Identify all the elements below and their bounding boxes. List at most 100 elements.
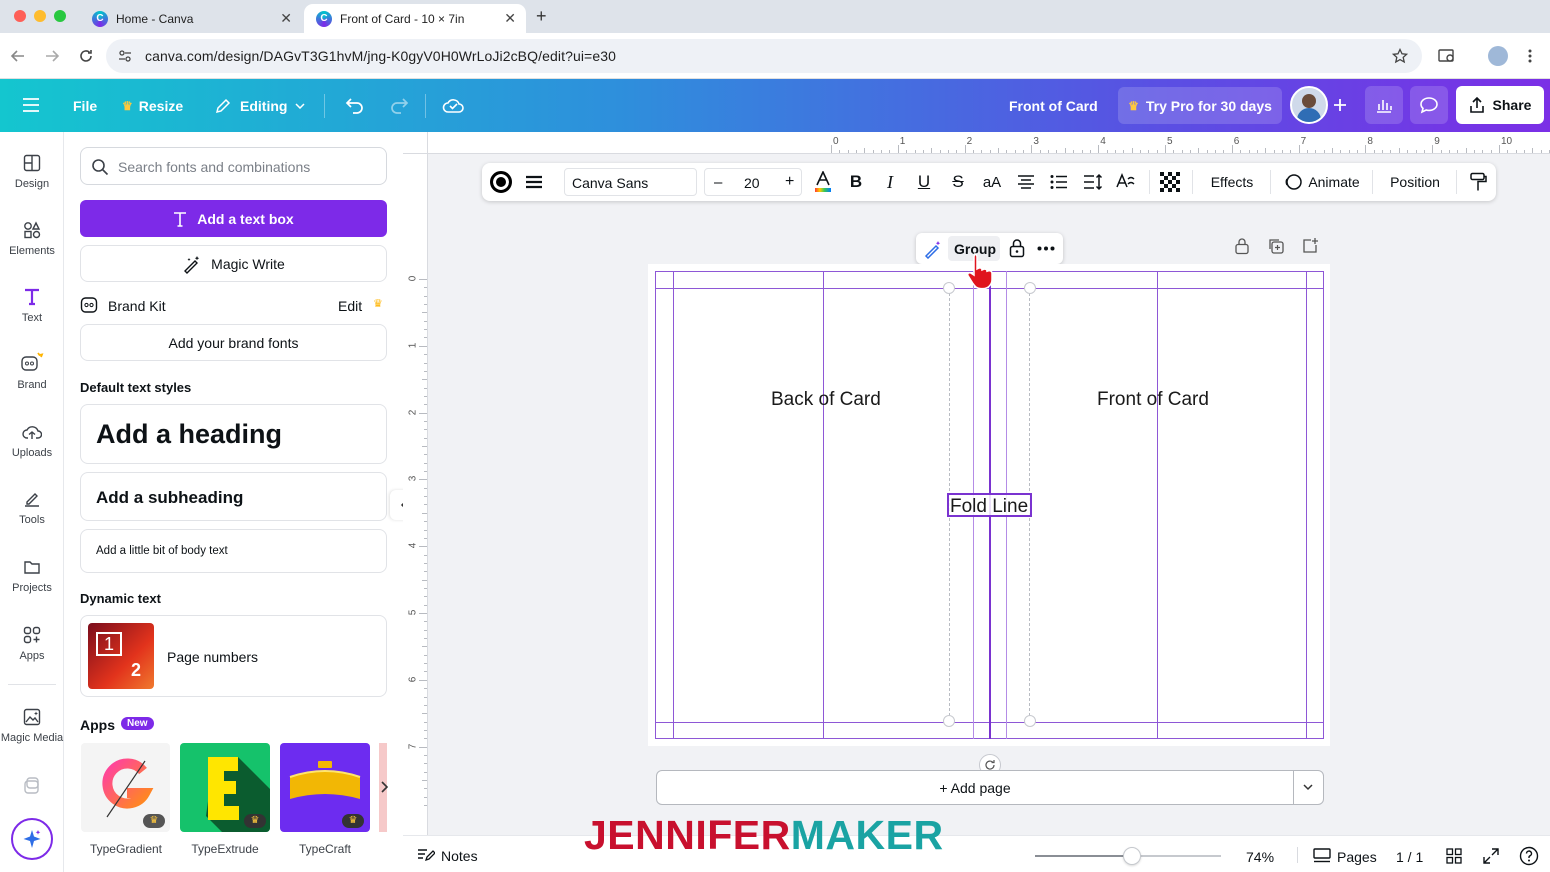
app-tile-typegradient[interactable]: ♛ (81, 743, 170, 832)
reload-icon[interactable] (78, 48, 94, 64)
position-button[interactable]: Position (1384, 163, 1446, 201)
resize-button[interactable]: ♛ Resize (122, 79, 183, 132)
list-button[interactable] (1046, 163, 1072, 201)
design-title[interactable]: Front of Card (1009, 79, 1098, 132)
strikethrough-button[interactable]: S (946, 163, 970, 201)
rail-item-text[interactable]: Text (0, 288, 64, 324)
bold-button[interactable]: B (844, 163, 868, 201)
browser-menu-icon[interactable] (1526, 48, 1534, 64)
add-brand-fonts-button[interactable]: Add your brand fonts (80, 324, 387, 361)
animate-button[interactable]: Animate (1282, 163, 1362, 201)
back-arrow-icon[interactable] (10, 48, 26, 64)
grid-view-icon[interactable] (1446, 848, 1462, 864)
more-apps-icon[interactable] (22, 776, 42, 796)
maximize-window-button[interactable] (54, 10, 66, 22)
resize-handle[interactable] (943, 715, 955, 727)
rail-item-apps[interactable]: Apps (0, 626, 64, 662)
duplicate-page-icon[interactable] (1267, 237, 1285, 255)
app-tile-typeextrude[interactable]: ♛ (180, 743, 270, 832)
close-tab-icon[interactable]: ✕ (280, 10, 292, 27)
decrease-size-button[interactable]: – (714, 174, 722, 191)
font-size-value[interactable]: 20 (744, 175, 760, 191)
lock-icon[interactable] (1008, 238, 1026, 258)
magic-write-button[interactable]: Magic Write (80, 245, 387, 282)
effects-button[interactable]: Effects (1204, 163, 1260, 201)
text-curve-button[interactable] (1113, 163, 1139, 201)
fullscreen-icon[interactable] (1483, 848, 1499, 864)
canva-assistant-button[interactable] (11, 818, 53, 860)
rail-item-tools[interactable]: Tools (0, 490, 64, 526)
add-subheading-button[interactable]: Add a subheading (80, 472, 387, 521)
comments-button[interactable] (1410, 86, 1448, 124)
rail-item-design[interactable]: Design (0, 154, 64, 190)
browser-tab-home[interactable]: C Home - Canva ✕ (80, 4, 302, 33)
editing-mode-button[interactable]: Editing (214, 79, 313, 132)
more-options-icon[interactable] (1037, 246, 1055, 251)
font-search-input[interactable]: Search fonts and combinations (80, 147, 387, 185)
add-text-box-button[interactable]: Add a text box (80, 200, 387, 237)
add-page-icon[interactable] (1301, 237, 1319, 255)
help-icon[interactable] (1519, 846, 1539, 866)
resize-handle[interactable] (1024, 282, 1036, 294)
copy-style-button[interactable] (1466, 163, 1490, 201)
site-settings-icon[interactable] (118, 49, 132, 63)
underline-button[interactable]: U (912, 163, 936, 201)
browser-tab-design[interactable]: C Front of Card - 10 × 7in ✕ (304, 4, 526, 33)
rail-item-elements[interactable]: Elements (0, 221, 64, 257)
rail-item-brand[interactable]: Brand (0, 351, 64, 391)
pages-button[interactable]: Pages (1337, 849, 1377, 865)
zoom-percentage[interactable]: 74% (1246, 849, 1274, 865)
share-button[interactable]: Share (1456, 86, 1544, 124)
redo-icon[interactable] (389, 96, 409, 114)
rail-item-projects[interactable]: Projects (0, 558, 64, 594)
text-color-circle-button[interactable] (486, 163, 516, 201)
spacing-button[interactable] (1080, 163, 1106, 201)
address-bar[interactable]: canva.com/design/DAGvT3G1hvM/jng-K0gyV0H… (106, 39, 1422, 73)
back-of-card-text[interactable]: Back of Card (771, 389, 881, 411)
close-window-button[interactable] (14, 10, 26, 22)
undo-icon[interactable] (345, 96, 365, 114)
page-numbers-button[interactable]: 1 2 Page numbers (80, 615, 387, 697)
bookmark-star-icon[interactable] (1392, 48, 1408, 64)
file-menu-button[interactable]: File (73, 79, 97, 132)
add-page-button[interactable]: + Add page (656, 770, 1324, 805)
italic-button[interactable]: I (878, 163, 902, 201)
align-button[interactable] (1013, 163, 1039, 201)
invite-plus-icon[interactable] (1331, 96, 1349, 114)
rail-item-uploads[interactable]: Uploads (0, 423, 64, 459)
hamburger-menu-icon[interactable] (22, 97, 40, 113)
profile-avatar[interactable] (1488, 46, 1508, 66)
increase-size-button[interactable]: + (785, 173, 794, 191)
chevron-down-icon[interactable] (1303, 784, 1313, 791)
font-family-select[interactable]: Canva Sans (564, 168, 697, 196)
minimize-window-button[interactable] (34, 10, 46, 22)
close-tab-icon[interactable]: ✕ (504, 10, 516, 27)
chevron-right-icon[interactable] (380, 781, 388, 793)
magic-edit-icon[interactable] (923, 239, 943, 259)
notes-button[interactable]: Notes (441, 848, 478, 864)
front-of-card-text[interactable]: Front of Card (1097, 389, 1209, 411)
try-pro-button[interactable]: ♛ Try Pro for 30 days (1118, 87, 1282, 124)
fold-line-textbox[interactable]: Fold Line (947, 493, 1032, 517)
text-color-button[interactable] (810, 163, 836, 201)
transparency-button[interactable] (1158, 163, 1182, 201)
resize-handle[interactable] (1024, 715, 1036, 727)
resize-handle[interactable] (943, 282, 955, 294)
user-avatar[interactable] (1290, 86, 1328, 124)
letter-case-button[interactable]: aA (979, 163, 1005, 201)
forward-arrow-icon[interactable] (44, 48, 60, 64)
border-style-button[interactable] (520, 163, 548, 201)
page-lock-icon[interactable] (1234, 237, 1250, 255)
font-size-stepper[interactable]: – 20 + (704, 168, 802, 196)
rail-item-magic-media[interactable]: Magic Media (0, 708, 64, 744)
tab-search-icon[interactable] (1438, 48, 1456, 64)
insights-button[interactable] (1365, 86, 1403, 124)
add-body-text-button[interactable]: Add a little bit of body text (80, 529, 387, 573)
brand-kit-edit-link[interactable]: Edit (338, 298, 362, 314)
new-tab-icon[interactable]: + (536, 6, 547, 27)
zoom-slider-thumb[interactable] (1122, 847, 1141, 865)
cloud-saved-icon[interactable] (442, 95, 464, 115)
add-heading-button[interactable]: Add a heading (80, 404, 387, 464)
browser-toolbar: canva.com/design/DAGvT3G1hvM/jng-K0gyV0H… (0, 33, 1550, 79)
app-tile-typecraft[interactable]: ♛ (280, 743, 370, 832)
